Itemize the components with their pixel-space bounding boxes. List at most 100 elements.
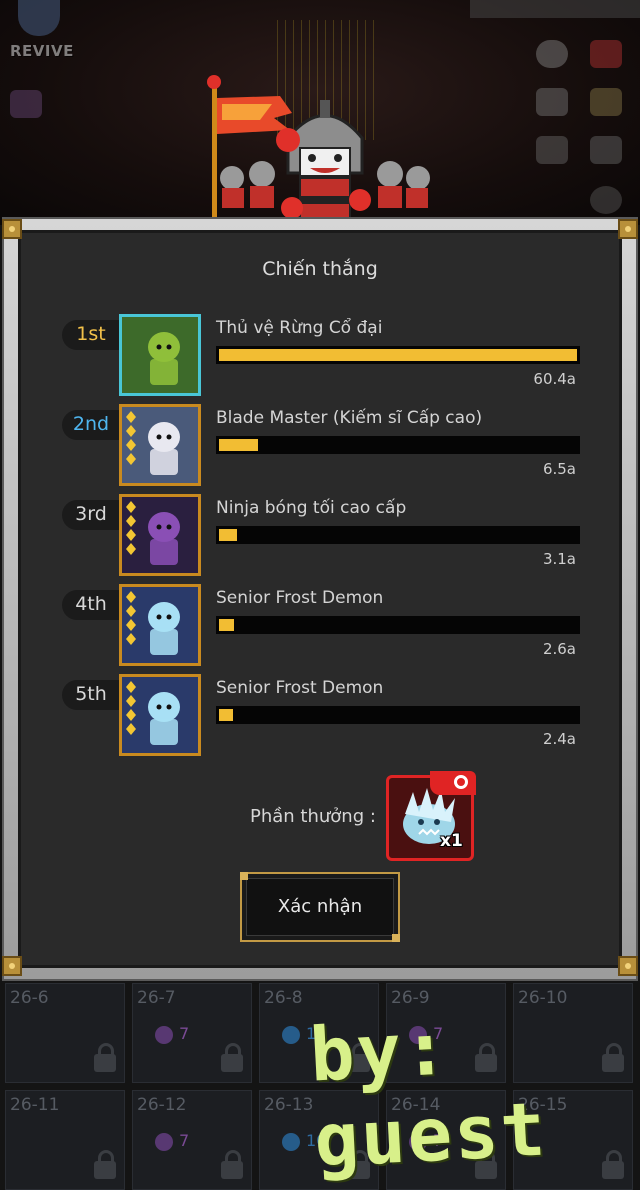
orb-icon [155, 1026, 173, 1044]
star-icon [126, 501, 136, 513]
damage-value: 3.1a [542, 550, 576, 568]
damage-bar [216, 526, 580, 544]
watermark-text: by: guest [307, 1005, 550, 1185]
star-icon [126, 681, 136, 693]
star-icon [126, 695, 136, 707]
hero-name: Thủ vệ Rừng Cổ đại [216, 318, 383, 338]
diamond-icon [282, 1133, 300, 1151]
hero-star-rating [124, 591, 138, 647]
frame-corner-ornament [618, 956, 638, 976]
hero-star-rating [124, 411, 138, 467]
reward-type-badge [430, 771, 476, 795]
star-icon [126, 543, 136, 555]
rank-label: 3rd [75, 503, 107, 525]
ranking-row: 3rd Ninja bóng tối cao cấp 3.1a [0, 494, 640, 580]
revive-label: REVIVE [10, 42, 74, 60]
frame-corner-ornament [2, 219, 22, 239]
rank-badge: 5th [62, 680, 126, 710]
hero-name: Blade Master (Kiếm sĩ Cấp cao) [216, 408, 483, 428]
lock-icon [221, 1043, 243, 1072]
stage-reward-count: 7 [179, 1024, 190, 1043]
stage-number: 26-9 [391, 988, 430, 1008]
star-icon [126, 425, 136, 437]
rank-badge: 3rd [62, 500, 126, 530]
rank-badge: 4th [62, 590, 126, 620]
hero-name: Ninja bóng tối cao cấp [216, 498, 407, 518]
hero-name: Senior Frost Demon [216, 678, 384, 698]
book-icon[interactable] [536, 136, 568, 164]
star-icon [126, 591, 136, 603]
damage-bar [216, 616, 580, 634]
diamond-icon [282, 1026, 300, 1044]
hero-portrait[interactable] [119, 404, 201, 486]
hero-star-rating [124, 681, 138, 737]
hero-portrait[interactable] [119, 494, 201, 576]
stage-number: 26-13 [264, 1095, 314, 1115]
ranking-icon[interactable] [590, 88, 622, 116]
ranking-row: 5th Senior Frost Demon 2.4a [0, 674, 640, 760]
ranking-row: 4th Senior Frost Demon 2.6a [0, 584, 640, 670]
revive-button[interactable]: REVIVE [4, 0, 74, 70]
hero-name: Senior Frost Demon [216, 588, 384, 608]
hero-portrait[interactable] [119, 314, 201, 396]
stage-number: 26-7 [137, 988, 176, 1008]
chat-icon[interactable] [536, 40, 568, 68]
frame-corner-ornament [2, 956, 22, 976]
button-corner-ornament [392, 934, 400, 942]
hero-avatar-icon [122, 317, 198, 393]
castle-icon[interactable] [590, 40, 622, 68]
rank-badge: 2nd [62, 410, 126, 440]
stage-number: 26-6 [10, 988, 49, 1008]
damage-value: 2.4a [542, 730, 576, 748]
star-icon [126, 709, 136, 721]
swirl-icon [454, 775, 468, 789]
confirm-button-label: Xác nhận [277, 896, 363, 917]
star-icon [126, 619, 136, 631]
star-icon [126, 529, 136, 541]
stage-tile[interactable]: 26-6 [5, 983, 125, 1083]
rank-label: 2nd [72, 413, 110, 435]
reward-label: Phần thưởng : [250, 806, 376, 827]
lock-icon [94, 1150, 116, 1179]
confirm-button[interactable]: Xác nhận [240, 872, 400, 942]
hero-portrait[interactable] [119, 584, 201, 666]
victory-mascot-icon [207, 75, 430, 223]
damage-value: 6.5a [542, 460, 576, 478]
button-corner-ornament [240, 872, 248, 880]
orb-icon [155, 1133, 173, 1151]
damage-bar-fill [219, 619, 234, 631]
stage-tile[interactable]: 26-7 7 [132, 983, 252, 1083]
star-icon [126, 411, 136, 423]
damage-bar-fill [219, 349, 577, 361]
damage-bar [216, 706, 580, 724]
star-icon [126, 633, 136, 645]
side-menu-icon[interactable] [10, 90, 42, 118]
settings-gear-icon[interactable] [590, 186, 622, 214]
rank-label: 1st [76, 323, 106, 345]
lock-icon [221, 1150, 243, 1179]
ranking-row: 1st Thủ vệ Rừng Cổ đại 60.4a [0, 314, 640, 400]
stage-tile[interactable]: 26-11 [5, 1090, 125, 1190]
stage-tile[interactable]: 26-12 7 [132, 1090, 252, 1190]
bank-icon[interactable] [536, 88, 568, 116]
stage-number: 26-11 [10, 1095, 60, 1115]
stage-number: 26-12 [137, 1095, 187, 1115]
stage-reward-count: 7 [179, 1131, 190, 1150]
star-icon [126, 453, 136, 465]
rank-label: 5th [75, 683, 107, 705]
damage-bar-fill [219, 529, 237, 541]
map-icon[interactable] [590, 136, 622, 164]
rank-badge: 1st [62, 320, 126, 350]
revive-icon [18, 0, 60, 36]
star-icon [126, 605, 136, 617]
damage-bar-fill [219, 439, 258, 451]
stage-number: 26-8 [264, 988, 303, 1008]
star-icon [126, 723, 136, 735]
hero-portrait[interactable] [119, 674, 201, 756]
star-icon [126, 439, 136, 451]
damage-bar-fill [219, 709, 233, 721]
frame-corner-ornament [618, 219, 638, 239]
ranking-row: 2nd Blade Master (Kiếm sĩ Cấp cao) 6.5a [0, 404, 640, 490]
reward-quantity: x1 [440, 831, 463, 851]
damage-value: 60.4a [533, 370, 576, 388]
